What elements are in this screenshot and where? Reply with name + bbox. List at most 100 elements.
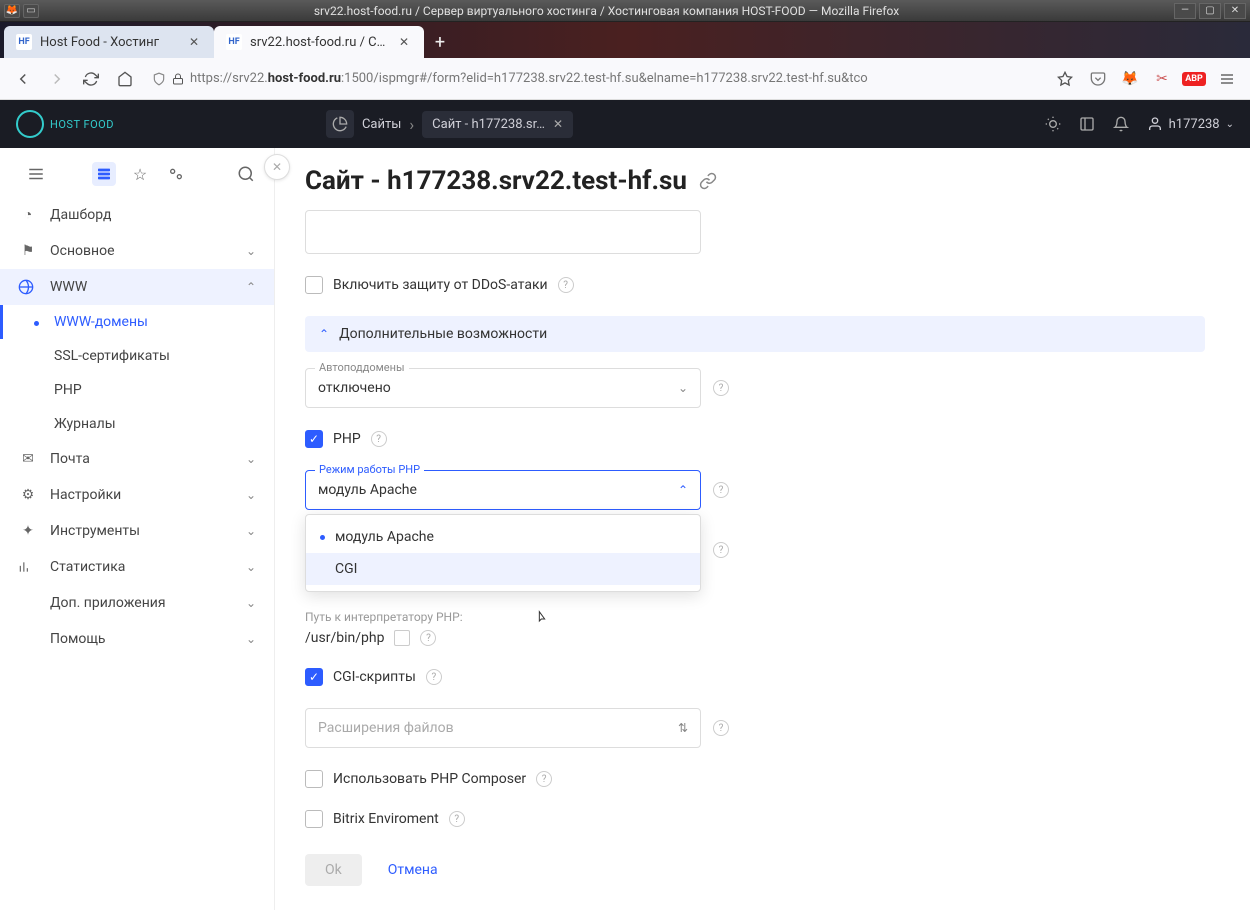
submenu-item-logs[interactable]: Журналы [0,407,274,441]
menu-button[interactable] [1212,64,1242,94]
help-icon[interactable]: ? [449,811,465,827]
copy-icon[interactable] [394,630,410,646]
file-ext-input[interactable]: Расширения файлов ⇅ [305,708,701,748]
sidebar-item-main[interactable]: ⚑ Основное ⌄ [0,233,274,269]
composer-checkbox[interactable] [305,770,323,788]
ddos-label: Включить защиту от DDoS-атаки [333,277,548,293]
help-icon[interactable]: ? [713,542,729,558]
select-value: отключено [318,380,391,396]
php-checkbox[interactable]: ✓ [305,430,323,448]
bell-icon[interactable] [1113,116,1129,132]
star-icon[interactable]: ☆ [128,162,152,186]
bookmark-button[interactable] [1050,64,1080,94]
globe-icon [18,279,38,295]
sidebar-item-label: Дашборд [50,207,111,223]
empty-textarea[interactable] [305,210,701,254]
dropdown-option[interactable]: CGI [306,553,700,585]
autosubdomain-select[interactable]: отключено ⌄ [305,368,701,408]
php-mode-select[interactable]: модуль Apache ⌃ [305,470,701,510]
extension-icon[interactable]: ✂ [1148,65,1176,93]
hamburger-icon[interactable] [24,162,48,186]
back-button[interactable] [8,64,38,94]
theme-toggle-icon[interactable] [1045,116,1061,132]
help-icon[interactable]: ? [536,771,552,787]
help-icon[interactable]: ? [713,720,729,736]
chevron-down-icon: ⌄ [246,524,256,538]
close-icon[interactable]: ✕ [186,34,202,50]
ok-button[interactable]: Ok [305,854,362,886]
sidebar-item-addons[interactable]: Доп. приложения ⌄ [0,585,274,621]
new-tab-button[interactable]: + [424,26,456,58]
close-window-button[interactable]: ✕ [1224,3,1246,19]
sidebar-item-tools[interactable]: ✦ Инструменты ⌄ [0,513,274,549]
sidebar-item-settings[interactable]: ⚙ Настройки ⌄ [0,477,274,513]
bitrix-row: Bitrix Enviroment ? [305,810,1220,828]
page-title: Сайт - h177238.srv22.test-hf.su [305,166,1220,196]
minimize-button[interactable]: — [1174,3,1196,19]
user-menu[interactable]: h177238 ⌄ [1147,116,1234,132]
home-button[interactable] [110,64,140,94]
chart-icon [18,560,38,574]
favicon-icon: HF [226,34,242,50]
collapse-header[interactable]: ⌃ Дополнительные возможности [305,316,1205,352]
close-icon[interactable]: ✕ [396,34,412,50]
reload-button[interactable] [76,64,106,94]
sidebar-item-label: WWW [50,279,87,295]
dropdown-option[interactable]: модуль Apache [306,521,700,553]
tools-icon: ✦ [18,523,38,539]
submenu-label: PHP [54,382,82,398]
pie-chart-icon[interactable] [326,110,354,138]
sidebar-item-stats[interactable]: Статистика ⌄ [0,549,274,585]
breadcrumb-root[interactable]: Сайты [362,117,401,132]
submenu-item-www-domains[interactable]: WWW-домены [0,305,274,339]
chevron-down-icon: ⌄ [246,244,256,258]
browser-tab[interactable]: HF Host Food - Хостинг ✕ [4,26,214,58]
maximize-button[interactable]: ▢ [1199,3,1221,19]
placeholder: Расширения файлов [318,720,454,736]
cancel-button[interactable]: Отмена [384,854,442,886]
select-value: модуль Apache [318,482,417,498]
flag-icon: ⚑ [18,243,38,259]
sidebar-item-label: Настройки [50,487,121,503]
app-logo[interactable]: HOST FOOD [16,110,114,138]
help-icon[interactable]: ? [558,277,574,293]
search-icon[interactable] [234,162,258,186]
breadcrumb-tab[interactable]: Сайт - h177238.sr… ✕ [422,111,573,138]
url-field[interactable]: https://srv22.host-food.ru:1500/ispmgr#/… [144,63,1046,95]
interpreter-label: Путь к интерпретатору PHP: [305,610,1220,624]
sidebar-item-help[interactable]: Помощь ⌄ [0,621,274,657]
sidebar-item-label: Основное [50,243,115,259]
bitrix-checkbox[interactable] [305,810,323,828]
composer-row: Использовать PHP Composer ? [305,770,1220,788]
abp-icon[interactable]: ABP [1180,65,1208,93]
ddos-checkbox[interactable] [305,276,323,294]
field-label: Режим работы PHP [315,463,424,476]
submenu-item-ssl[interactable]: SSL-сертификаты [0,339,274,373]
help-icon[interactable]: ? [426,669,442,685]
help-icon[interactable]: ? [420,630,436,646]
browser-tab[interactable]: HF srv22.host-food.ru / Серве ✕ [214,26,424,58]
sidebar-item-dashboard[interactable]: ◔ Дашборд [0,196,274,233]
help-icon[interactable]: ? [713,380,729,396]
list-view-icon[interactable] [92,162,116,186]
expand-icon[interactable] [1079,116,1095,132]
close-icon[interactable]: ✕ [553,117,563,131]
link-icon[interactable] [699,172,717,190]
breadcrumb-tab-label: Сайт - h177238.sr… [432,117,545,132]
chevron-up-icon: ⌃ [319,327,329,341]
sidebar-item-mail[interactable]: ✉ Почта ⌄ [0,441,274,477]
submenu-label: SSL-сертификаты [54,348,170,364]
os-window-title: srv22.host-food.ru / Сервер виртуального… [39,4,1174,18]
help-icon[interactable]: ? [371,431,387,447]
forward-button[interactable] [42,64,72,94]
footprints-icon[interactable] [164,162,188,186]
cgi-checkbox[interactable]: ✓ [305,668,323,686]
help-icon[interactable]: ? [713,482,729,498]
sidebar-item-www[interactable]: WWW ⌃ [0,269,274,305]
close-panel-button[interactable]: ✕ [264,154,290,180]
submenu-item-php[interactable]: PHP [0,373,274,407]
pocket-icon[interactable] [1084,65,1112,93]
sidebar-item-label: Статистика [50,559,125,575]
extension-icon[interactable]: 🦊 [1116,65,1144,93]
logo-text: HOST FOOD [50,118,114,131]
